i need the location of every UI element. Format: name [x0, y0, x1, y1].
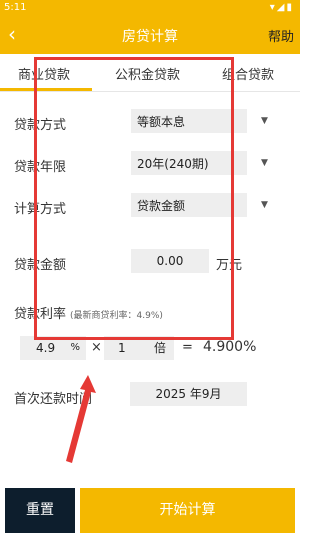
loan-term-dropdown-icon[interactable]: ▼ — [261, 158, 268, 168]
repayment-method-dropdown-icon[interactable]: ▼ — [261, 116, 268, 126]
rate-multiplier-input[interactable]: 1 倍 — [104, 336, 174, 360]
base-rate-percent: % — [70, 342, 80, 353]
repayment-method-label: 贷款方式 — [14, 118, 67, 133]
multiply-sign: × — [91, 340, 102, 355]
interest-rate-row-label: 贷款利率 (最新商贷利率：4.9%) — [14, 303, 163, 322]
status-bar: 5:11 ▾◢▮ — [0, 0, 300, 16]
first-payment-label: 首次还款时间 — [14, 392, 93, 407]
start-calculation-button[interactable]: 开始计算 — [80, 488, 295, 533]
loan-amount-input[interactable]: 0.00 — [131, 249, 209, 273]
status-time: 5:11 — [4, 2, 27, 13]
reset-button[interactable]: 重置 — [5, 488, 75, 533]
page-title: 房贷计算 — [122, 29, 178, 45]
effective-rate-result: 4.900% — [203, 339, 257, 355]
loan-term-select[interactable]: 20年(240期) — [131, 151, 247, 175]
latest-rate-hint: (最新商贷利率：4.9%) — [70, 311, 163, 321]
loan-amount-label: 贷款金额 — [14, 258, 67, 273]
calc-method-label: 计算方式 — [14, 202, 67, 217]
calc-method-select[interactable]: 贷款金额 — [131, 193, 247, 217]
tab-commercial-loan[interactable]: 商业贷款 — [18, 64, 70, 83]
equals-sign: = — [182, 340, 193, 355]
app-bar: ‹ 房贷计算 帮助 — [0, 16, 300, 54]
status-icons: ▾◢▮ — [269, 2, 294, 13]
calc-method-dropdown-icon[interactable]: ▼ — [261, 200, 268, 210]
loan-type-tabs: 商业贷款 公积金贷款 组合贷款 — [0, 54, 300, 92]
rate-multiplier-unit: 倍 — [153, 341, 166, 355]
interest-rate-label: 贷款利率 — [14, 307, 67, 322]
active-tab-indicator — [0, 88, 92, 91]
repayment-method-select[interactable]: 等额本息 — [131, 109, 247, 133]
loan-term-label: 贷款年限 — [14, 160, 67, 175]
rate-multiplier-value: 1 — [118, 341, 126, 355]
help-button[interactable]: 帮助 — [268, 26, 294, 45]
first-payment-date-picker[interactable]: 2025 年9月 — [130, 382, 247, 406]
loan-amount-unit: 万元 — [216, 258, 243, 273]
tab-combined-loan[interactable]: 组合贷款 — [222, 64, 274, 83]
tab-provident-fund-loan[interactable]: 公积金贷款 — [115, 64, 180, 83]
base-rate-value: 4.9 — [36, 341, 56, 355]
base-rate-input[interactable]: 4.9 % — [20, 336, 86, 360]
